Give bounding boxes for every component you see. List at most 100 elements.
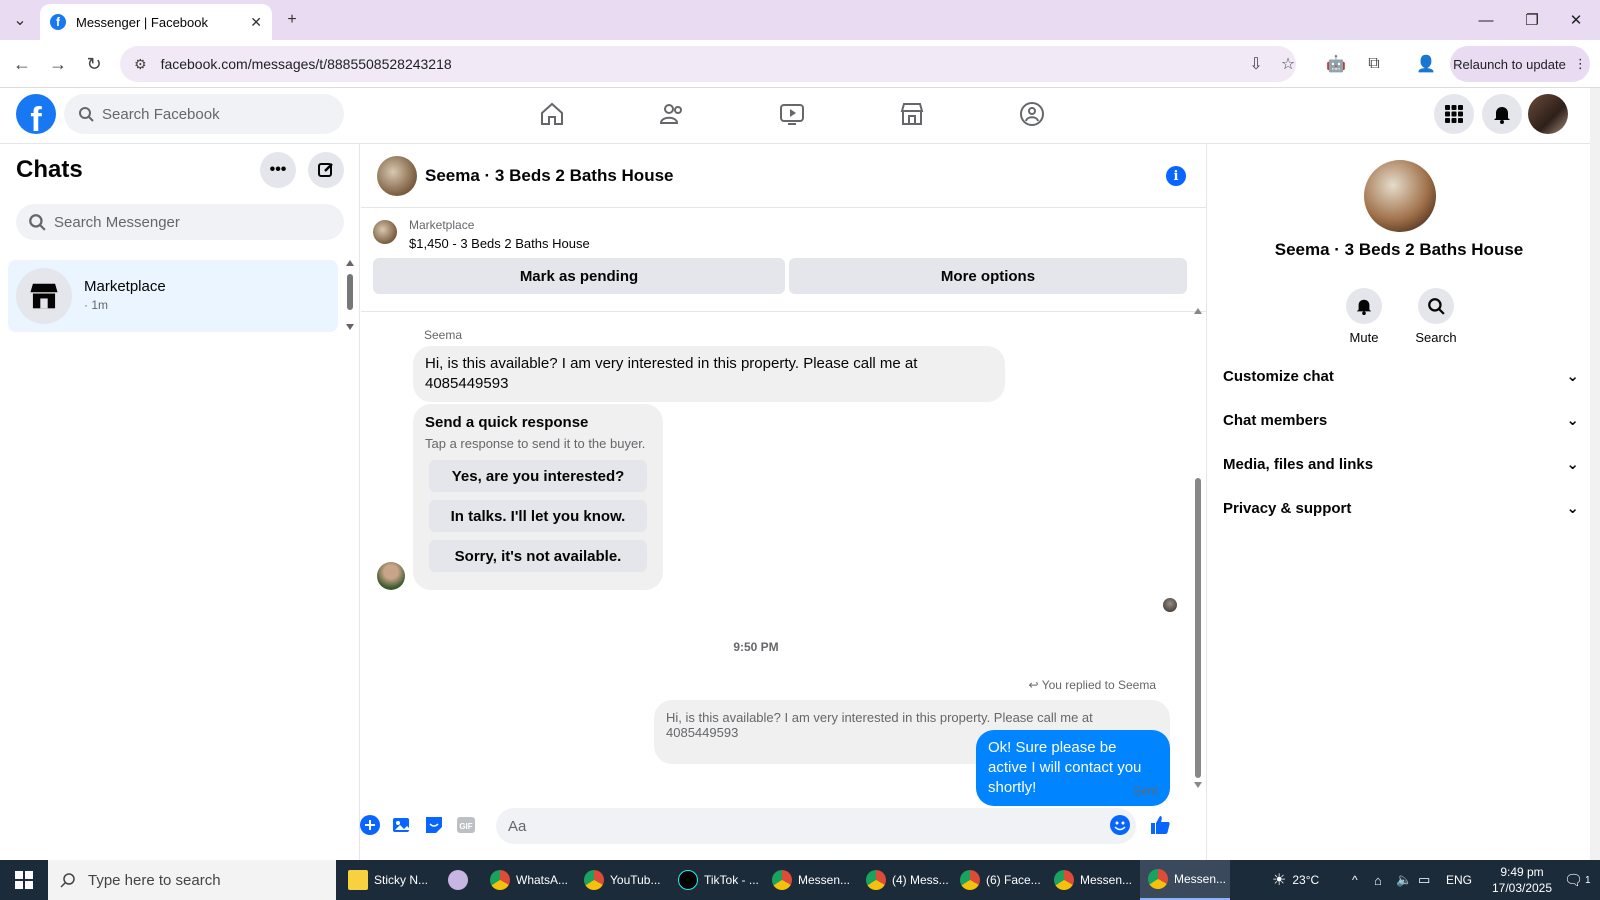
back-icon[interactable]: ← (10, 52, 34, 76)
windows-start-icon[interactable] (0, 860, 48, 900)
mark-as-pending-button[interactable]: Mark as pending (373, 258, 785, 294)
browser-tab[interactable]: f Messenger | Facebook ✕ (40, 4, 272, 40)
info-icon[interactable]: i (1166, 166, 1186, 186)
listing-price-title[interactable]: $1,450 - 3 Beds 2 Baths House (409, 236, 590, 251)
menu-grid-icon[interactable] (1434, 94, 1474, 134)
home-icon[interactable] (536, 98, 568, 130)
chat-members-section[interactable]: Chat members ⌄ (1223, 400, 1579, 440)
taskbar-search-input[interactable]: Type here to search (48, 860, 336, 900)
mute-action[interactable]: Mute (1328, 288, 1400, 345)
sender-name: Seema (424, 328, 463, 342)
taskbar-app-paint[interactable] (440, 860, 480, 900)
chats-scrollbar[interactable] (346, 260, 354, 332)
new-message-icon[interactable] (308, 152, 344, 188)
sender-avatar[interactable] (377, 562, 405, 590)
attach-photo-icon[interactable] (391, 814, 413, 836)
forward-icon[interactable]: → (46, 52, 70, 76)
close-tab-icon[interactable]: ✕ (250, 14, 262, 31)
taskbar-app-chrome-youtube[interactable]: YouTub... (576, 860, 666, 900)
bell-icon (1346, 288, 1382, 324)
notifications-bell-icon[interactable] (1482, 94, 1522, 134)
reload-icon[interactable]: ↻ (82, 52, 106, 76)
extensions-puzzle-icon[interactable]: ⧉ (1362, 52, 1386, 76)
address-bar[interactable]: ⚙ facebook.com/messages/t/88855085282432… (120, 46, 1296, 82)
system-clock[interactable]: 9:49 pm 17/03/2025 (1486, 864, 1558, 896)
weather-widget[interactable]: ☀ 23°C (1272, 860, 1319, 900)
clock-time: 9:49 pm (1500, 865, 1544, 879)
quick-response-in-talks-button[interactable]: In talks. I'll let you know. (429, 500, 647, 532)
minimize-icon[interactable]: — (1466, 6, 1506, 34)
volume-icon[interactable]: 🔈 (1396, 860, 1412, 900)
search-icon (1418, 288, 1454, 324)
taskbar-app-chrome-facebook[interactable]: (6) Face... (952, 860, 1042, 900)
gif-icon[interactable]: GIF (455, 814, 477, 836)
chat-item-time: · 1m (84, 298, 108, 312)
chats-panel: Chats ••• Search Messenger Marketplace ·… (0, 144, 360, 860)
more-options-dots-icon[interactable]: ••• (260, 152, 296, 188)
more-options-button[interactable]: More options (789, 258, 1187, 294)
restore-icon[interactable]: ❐ (1512, 6, 1552, 34)
show-hidden-icons-chevron-icon[interactable]: ^ (1352, 860, 1358, 900)
customize-chat-section[interactable]: Customize chat ⌄ (1223, 356, 1579, 396)
browser-toolbar: ← → ↻ ⚙ facebook.com/messages/t/88855085… (0, 40, 1600, 88)
relaunch-button[interactable]: Relaunch to update ⋮ (1450, 46, 1590, 82)
profile-icon[interactable]: 👤 (1414, 52, 1438, 76)
message-input-placeholder: Aa (508, 817, 527, 835)
extension-bot-icon[interactable]: 🤖 (1324, 52, 1348, 76)
more-actions-plus-icon[interactable] (359, 814, 381, 836)
chat-list-item[interactable]: Marketplace · 1m (8, 260, 338, 332)
close-window-icon[interactable]: ✕ (1556, 6, 1596, 34)
taskbar-app-label: YouTub... (610, 873, 661, 887)
chrome-icon (866, 870, 886, 890)
account-avatar[interactable] (1528, 94, 1568, 134)
language-indicator[interactable]: ENG (1446, 860, 1472, 900)
site-info-icon[interactable]: ⚙ (134, 56, 147, 73)
taskbar-app-chrome-whatsapp[interactable]: WhatsA... (482, 860, 572, 900)
incoming-message-bubble[interactable]: Hi, is this available? I am very interes… (413, 346, 1005, 402)
new-tab-icon[interactable]: + (280, 8, 304, 32)
media-files-links-section[interactable]: Media, files and links ⌄ (1223, 444, 1579, 484)
search-icon (79, 107, 94, 122)
taskbar-app-sticky-notes[interactable]: Sticky N... (340, 860, 430, 900)
conversation-title[interactable]: Seema · 3 Beds 2 Baths House (425, 166, 673, 186)
details-name: Seema · 3 Beds 2 Baths House (1274, 240, 1524, 259)
conversation-scrollbar[interactable] (1193, 308, 1203, 788)
weather-temp: 23°C (1292, 873, 1320, 887)
bookmark-star-icon[interactable]: ☆ (1276, 52, 1300, 76)
taskbar-app-chrome-messenger-3[interactable]: Messen... (1046, 860, 1136, 900)
network-icon[interactable]: ⌂ (1374, 860, 1382, 900)
video-icon[interactable] (776, 98, 808, 130)
sticker-icon[interactable] (423, 814, 445, 836)
taskbar-app-label: Messen... (1174, 872, 1227, 886)
friends-icon[interactable] (656, 98, 688, 130)
quick-response-not-available-button[interactable]: Sorry, it's not available. (429, 540, 647, 572)
notification-center-icon[interactable]: 🗨 1 (1564, 860, 1591, 900)
facebook-search-input[interactable]: Search Facebook (64, 94, 344, 134)
page-scrollbar[interactable] (1590, 88, 1600, 860)
quick-response-yes-button[interactable]: Yes, are you interested? (429, 460, 647, 492)
taskbar-app-chrome-messenger-2[interactable]: (4) Mess... (858, 860, 948, 900)
facebook-logo-icon[interactable]: f (16, 94, 56, 134)
messenger-search-input[interactable]: Search Messenger (16, 204, 344, 240)
taskbar-app-tiktok[interactable]: TikTok - ... (670, 860, 760, 900)
details-avatar[interactable] (1364, 160, 1436, 232)
privacy-support-section[interactable]: Privacy & support ⌄ (1223, 488, 1579, 528)
quick-response-subtitle: Tap a response to send it to the buyer. (425, 436, 646, 451)
mute-label: Mute (1349, 330, 1379, 345)
battery-icon[interactable]: ▭ (1418, 860, 1430, 900)
privacy-support-label: Privacy & support (1223, 499, 1352, 517)
windows-taskbar: Type here to search Sticky N... WhatsA..… (0, 860, 1600, 900)
tab-search-chevron-icon[interactable]: ⌄ (8, 8, 32, 32)
thumbs-up-icon[interactable] (1149, 814, 1171, 836)
emoji-icon[interactable] (1109, 814, 1131, 836)
conversation-avatar[interactable] (377, 156, 417, 196)
marketplace-icon[interactable] (896, 98, 928, 130)
taskbar-app-chrome-messenger-active[interactable]: Messen... (1140, 860, 1230, 900)
chats-title: Chats (16, 156, 83, 183)
taskbar-app-chrome-messenger-1[interactable]: Messen... (764, 860, 854, 900)
groups-icon[interactable] (1016, 98, 1048, 130)
search-action[interactable]: Search (1400, 288, 1472, 345)
message-input[interactable]: Aa (496, 808, 1136, 844)
chevron-down-icon: ⌄ (1566, 412, 1579, 429)
install-app-icon[interactable]: ⇩ (1244, 52, 1268, 76)
